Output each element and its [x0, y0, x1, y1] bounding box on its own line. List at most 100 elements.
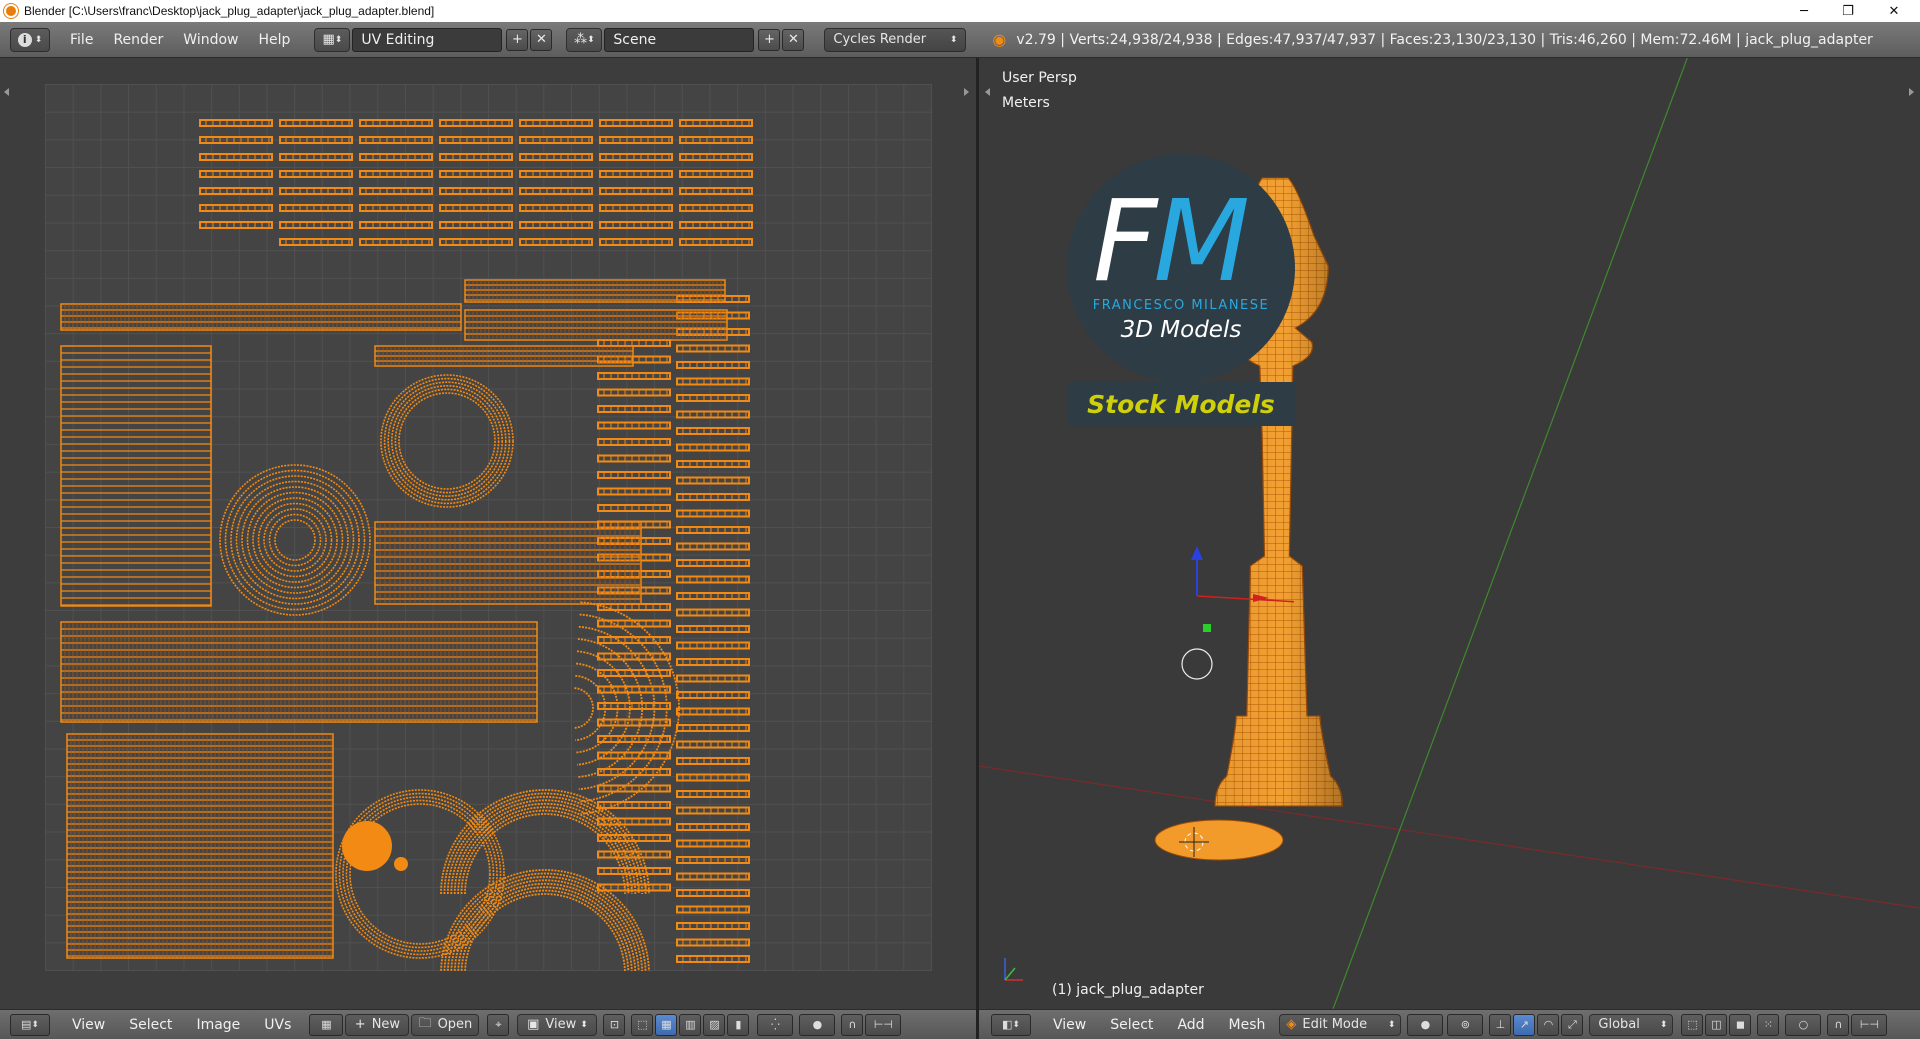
uv-strip[interactable]: [676, 806, 750, 815]
uv-strip[interactable]: [519, 170, 593, 178]
uv-strip[interactable]: [597, 504, 671, 512]
uv-editor-type-button[interactable]: ▤ ⬍: [10, 1013, 50, 1036]
uv-strip[interactable]: [439, 170, 513, 178]
select-island-button[interactable]: ▨: [703, 1013, 726, 1036]
rotate-manipulator[interactable]: ◠: [1537, 1013, 1560, 1036]
view3d-menu-add[interactable]: Add: [1165, 1017, 1216, 1033]
uv-menu-select[interactable]: Select: [117, 1017, 184, 1033]
uv-strip[interactable]: [519, 136, 593, 144]
uv-strip[interactable]: [279, 153, 353, 161]
manipulator-toggle[interactable]: ⊥: [1489, 1013, 1512, 1036]
uv-strip[interactable]: [279, 204, 353, 212]
uv-strip[interactable]: [359, 119, 433, 127]
menu-render[interactable]: Render: [103, 28, 173, 52]
uv-strip[interactable]: [676, 460, 750, 468]
select-face-button[interactable]: ▥: [679, 1013, 702, 1036]
vertex-select-mode[interactable]: ⬚: [1681, 1013, 1704, 1036]
uv-strip[interactable]: [679, 153, 753, 161]
uv-strip[interactable]: [439, 187, 513, 195]
new-image-button[interactable]: + New: [345, 1013, 410, 1036]
sync-selection-button[interactable]: ⊡: [603, 1013, 626, 1036]
uv-strip[interactable]: [359, 238, 433, 246]
snap-magnet-button[interactable]: ∩: [841, 1013, 864, 1036]
uv-ring-island[interactable]: [219, 464, 371, 616]
editor-type-info-button[interactable]: i ⬍: [10, 27, 50, 52]
uv-strip[interactable]: [359, 204, 433, 212]
uv-strip[interactable]: [599, 153, 673, 161]
remove-layout-button[interactable]: ✕: [530, 28, 553, 51]
uv-strip[interactable]: [597, 570, 671, 578]
uv-strip[interactable]: [597, 454, 671, 463]
open-image-button[interactable]: 🗀 Open: [411, 1013, 480, 1036]
uv-strip[interactable]: [359, 136, 433, 144]
gizmo-center-circle[interactable]: [1181, 648, 1213, 680]
uv-strip[interactable]: [676, 361, 750, 369]
proportional-edit-select[interactable]: ●: [799, 1013, 836, 1036]
screen-layout-field[interactable]: UV Editing: [352, 27, 503, 52]
scene-field[interactable]: Scene: [604, 27, 755, 52]
uv-strip[interactable]: [599, 136, 673, 144]
uv-strip[interactable]: [676, 823, 750, 831]
uv-strip[interactable]: [599, 119, 673, 127]
uv-ring-island[interactable]: [335, 789, 505, 959]
uv-menu-uvs[interactable]: UVs: [252, 1017, 303, 1033]
pivot-point-select[interactable]: ⊚: [1447, 1013, 1484, 1036]
uv-strip[interactable]: [676, 872, 750, 881]
add-layout-button[interactable]: +: [506, 28, 529, 51]
uv-view-mode-select[interactable]: ▣ View ⬍: [517, 1013, 598, 1036]
uv-strip[interactable]: [597, 372, 671, 380]
uv-strip[interactable]: [679, 136, 753, 144]
uv-strip[interactable]: [597, 867, 671, 875]
render-engine-select[interactable]: Cycles Render ⬍: [824, 27, 967, 52]
uv-strip[interactable]: [676, 625, 750, 633]
uv-strip[interactable]: [597, 883, 671, 892]
menu-window[interactable]: Window: [173, 28, 248, 52]
gizmo-z-head[interactable]: [1191, 546, 1203, 560]
uv-strip[interactable]: [199, 136, 273, 144]
uv-strip[interactable]: [597, 784, 671, 793]
uv-strip[interactable]: [519, 238, 593, 246]
image-browse-button[interactable]: ▦: [309, 1013, 344, 1036]
proportional-editing-select[interactable]: ○: [1785, 1013, 1822, 1036]
minimize-button[interactable]: ─: [1782, 0, 1826, 22]
uv-strip[interactable]: [676, 344, 750, 353]
uv-strip[interactable]: [676, 674, 750, 683]
uv-strip[interactable]: [597, 471, 671, 479]
add-scene-button[interactable]: +: [758, 28, 781, 51]
uv-strip[interactable]: [359, 187, 433, 195]
scene-picker[interactable]: ⁂ ⬍: [566, 27, 603, 52]
uv-strip[interactable]: [597, 685, 671, 694]
select-edge-button[interactable]: ▦: [655, 1013, 678, 1036]
viewport-shading-select[interactable]: ●: [1407, 1013, 1444, 1036]
uv-grid-island[interactable]: [66, 733, 334, 959]
uv-strip[interactable]: [359, 153, 433, 161]
uv-dot-large[interactable]: [342, 821, 392, 871]
uv-strip[interactable]: [676, 691, 750, 699]
properties-shelf-toggle[interactable]: [1909, 88, 1914, 96]
3d-viewport[interactable]: User Persp Meters (1) jack_plug_adapter …: [979, 58, 1920, 1009]
uv-strip[interactable]: [519, 119, 593, 127]
uv-strip[interactable]: [676, 938, 750, 947]
uv-strip[interactable]: [597, 339, 671, 347]
uv-grid-island[interactable]: [374, 345, 634, 367]
uv-strip[interactable]: [599, 187, 673, 195]
uv-strip[interactable]: [679, 170, 753, 178]
menu-file[interactable]: File: [60, 28, 103, 52]
tool-shelf-toggle[interactable]: [985, 88, 990, 96]
gizmo-y-handle[interactable]: [1203, 624, 1211, 632]
pivot-select[interactable]: ⁛: [757, 1013, 794, 1036]
uv-image-editor[interactable]: [0, 58, 978, 1009]
uv-strip[interactable]: [676, 575, 750, 584]
occlusion-toggle[interactable]: ⁙: [1757, 1013, 1780, 1036]
uv-strip[interactable]: [279, 119, 353, 127]
uv-strip[interactable]: [679, 187, 753, 195]
uv-strip[interactable]: [676, 410, 750, 419]
uv-strip[interactable]: [597, 636, 671, 644]
uv-canvas[interactable]: [45, 84, 932, 980]
uv-strip[interactable]: [599, 170, 673, 178]
pin-uv-button[interactable]: ⌖: [487, 1013, 510, 1036]
uv-grid-island[interactable]: [60, 621, 538, 723]
view3d-menu-view[interactable]: View: [1041, 1017, 1098, 1033]
uv-strip[interactable]: [519, 221, 593, 229]
remove-scene-button[interactable]: ✕: [782, 28, 805, 51]
